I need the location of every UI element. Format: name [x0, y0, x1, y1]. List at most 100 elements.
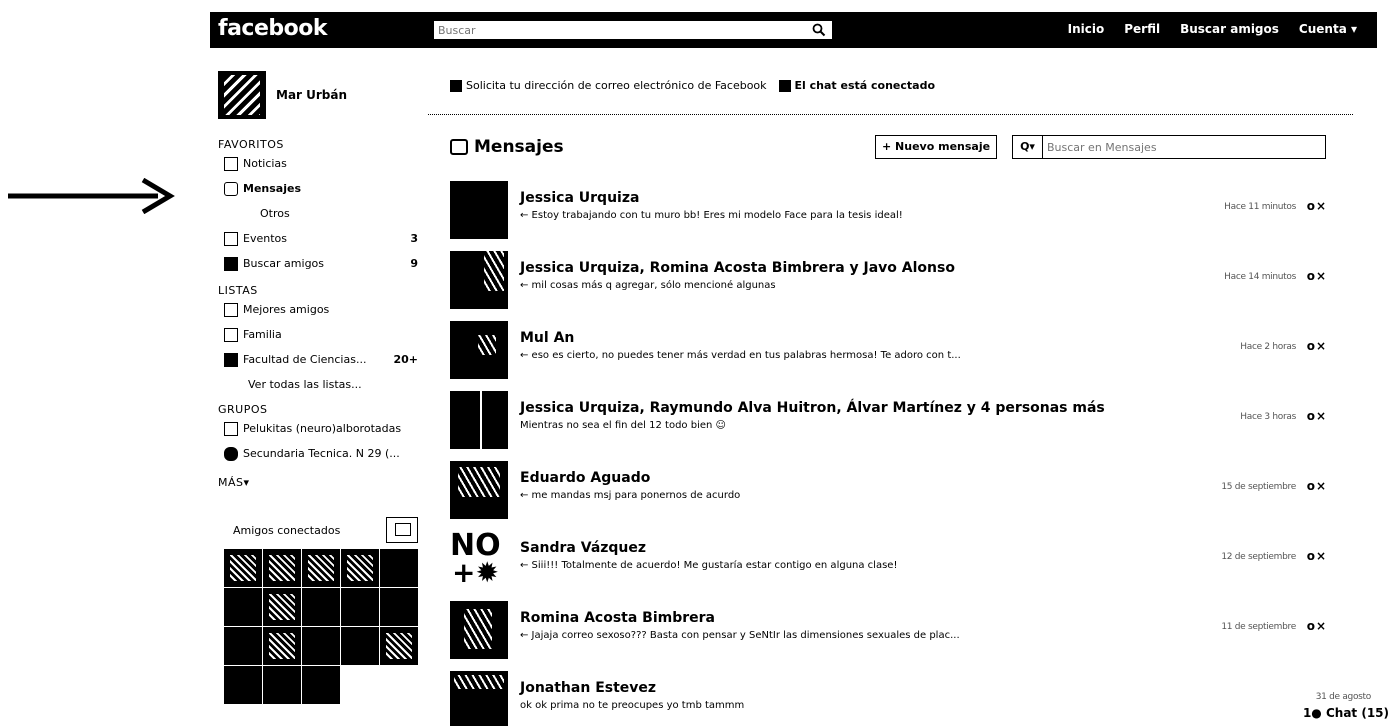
message-sender[interactable]: Sandra Vázquez	[520, 540, 646, 556]
friend-avatar[interactable]	[380, 588, 418, 626]
friend-avatar[interactable]	[224, 627, 262, 665]
list-item[interactable]: Mul An ← eso es cierto, no puedes tener …	[428, 319, 1351, 389]
profile-link[interactable]: Mar Urbán	[218, 70, 418, 120]
online-friends-title: Amigos conectados	[233, 523, 341, 537]
sidebar-item-label: Facultad de Ciencias...	[243, 353, 367, 366]
friend-avatar[interactable]	[263, 549, 301, 587]
avatar[interactable]	[218, 71, 266, 119]
chat-status[interactable]: El chat está conectado	[778, 79, 935, 92]
sidebar-item-mensajes[interactable]: Mensajes	[218, 176, 418, 201]
list-item[interactable]: NO +✹ Sandra Vázquez ← Siii!!! Totalmente…	[428, 529, 1351, 599]
mark-read-icon[interactable]: o	[1307, 269, 1315, 283]
avatar[interactable]	[450, 671, 508, 726]
avatar[interactable]	[450, 461, 508, 519]
sidebar-item-noticias[interactable]: Noticias	[218, 151, 418, 176]
avatar[interactable]	[450, 601, 508, 659]
list-item[interactable]: Romina Acosta Bimbrera ← Jajaja correo s…	[428, 599, 1351, 669]
sidebar-item-label: Pelukitas (neuro)alborotadas	[243, 422, 402, 435]
group-icon	[224, 421, 238, 436]
nav-perfil[interactable]: Perfil	[1124, 22, 1160, 36]
sidebar-item-group[interactable]: Secundaria Tecnica. N 29 (...	[218, 441, 418, 466]
friend-avatar[interactable]	[341, 549, 379, 587]
message-search-input[interactable]	[1043, 136, 1325, 158]
list-item[interactable]: Eduardo Aguado ← me mandas msj para pone…	[428, 459, 1351, 529]
facebook-logo[interactable]: facebook	[218, 16, 328, 41]
profile-name[interactable]: Mar Urbán	[276, 88, 347, 102]
friend-avatar[interactable]	[302, 588, 340, 626]
avatar[interactable]	[450, 251, 508, 309]
friend-avatar[interactable]	[224, 588, 262, 626]
see-all-lists-link[interactable]: Ver todas las listas...	[218, 372, 418, 397]
message-snippet: ← mil cosas más q agregar, sólo mencioné…	[520, 280, 776, 291]
close-icon[interactable]: ×	[1316, 409, 1326, 423]
friend-avatar[interactable]	[302, 627, 340, 665]
message-sender[interactable]: Eduardo Aguado	[520, 470, 650, 486]
close-icon[interactable]: ×	[1316, 549, 1326, 563]
sidebar-item-group[interactable]: Pelukitas (neuro)alborotadas	[218, 416, 418, 441]
search-icon[interactable]	[812, 23, 826, 37]
top-nav: Inicio Perfil Buscar amigos Cuenta ▾	[1068, 22, 1357, 36]
friend-avatar[interactable]	[302, 666, 340, 704]
message-sender[interactable]: Romina Acosta Bimbrera	[520, 610, 715, 626]
search-box[interactable]	[433, 20, 833, 40]
message-sender[interactable]: Jessica Urquiza	[520, 190, 639, 206]
sidebar-item-mejores-amigos[interactable]: Mejores amigos	[218, 297, 418, 322]
close-icon[interactable]: ×	[1316, 619, 1326, 633]
friend-avatar[interactable]	[263, 588, 301, 626]
mark-read-icon[interactable]: o	[1307, 409, 1315, 423]
friend-avatar[interactable]	[224, 549, 262, 587]
more-menu[interactable]: MÁS▾	[218, 476, 418, 489]
sidebar-item-label: Mensajes	[243, 182, 301, 195]
mark-read-icon[interactable]: o	[1307, 549, 1315, 563]
avatar[interactable]	[450, 321, 508, 379]
sidebar-item-facultad[interactable]: Facultad de Ciencias... 20+	[218, 347, 418, 372]
friend-avatar[interactable]	[302, 549, 340, 587]
friend-avatar[interactable]	[341, 627, 379, 665]
sidebar-item-eventos[interactable]: Eventos 3	[218, 226, 418, 251]
list-item[interactable]: Jessica Urquiza, Raymundo Alva Huitron, …	[428, 389, 1351, 459]
nav-inicio[interactable]: Inicio	[1068, 22, 1105, 36]
email-notice[interactable]: Solicita tu dirección de correo electrón…	[450, 79, 767, 92]
friend-avatar[interactable]	[263, 666, 301, 704]
group-icon	[224, 446, 238, 461]
message-sender[interactable]: Mul An	[520, 330, 574, 346]
friend-avatar[interactable]	[341, 588, 379, 626]
close-icon[interactable]: ×	[1316, 339, 1326, 353]
list-item[interactable]: Jessica Urquiza ← Estoy trabajando con t…	[428, 179, 1351, 249]
search-input[interactable]	[434, 21, 804, 39]
friend-avatar[interactable]	[224, 666, 262, 704]
search-options-button[interactable]: Q▾	[1013, 136, 1043, 158]
message-time: Hace 14 minutos	[1224, 272, 1296, 282]
sidebar-item-familia[interactable]: Familia	[218, 322, 418, 347]
mark-read-icon[interactable]: o	[1307, 619, 1315, 633]
mark-read-icon[interactable]: o	[1307, 199, 1315, 213]
arrow-right-icon	[8, 178, 175, 214]
message-sender[interactable]: Jessica Urquiza, Raymundo Alva Huitron, …	[520, 400, 1105, 416]
message-sender[interactable]: Jessica Urquiza, Romina Acosta Bimbrera …	[520, 260, 955, 276]
friend-avatar[interactable]	[263, 627, 301, 665]
mark-read-icon[interactable]: o	[1307, 339, 1315, 353]
close-icon[interactable]: ×	[1316, 199, 1326, 213]
new-message-button[interactable]: + Nuevo mensaje	[875, 135, 998, 159]
close-icon[interactable]: ×	[1316, 479, 1326, 493]
online-friends-grid	[224, 549, 418, 704]
list-item[interactable]: Jessica Urquiza, Romina Acosta Bimbrera …	[428, 249, 1351, 319]
chat-button[interactable]: 1● Chat (15)	[1303, 706, 1389, 720]
friend-avatar[interactable]	[380, 627, 418, 665]
avatar[interactable]	[450, 391, 508, 449]
nav-buscar-amigos[interactable]: Buscar amigos	[1180, 22, 1279, 36]
sidebar-item-otros[interactable]: Otros	[218, 201, 418, 226]
sidebar-item-buscar-amigos[interactable]: Buscar amigos 9	[218, 251, 418, 276]
avatar[interactable]: NO +✹	[450, 531, 508, 589]
mark-read-icon[interactable]: o	[1307, 479, 1315, 493]
message-time: 31 de agosto	[1315, 692, 1372, 702]
list-item[interactable]: Jonathan Estevez ok ok prima no te preoc…	[428, 669, 1371, 726]
friend-avatar[interactable]	[380, 549, 418, 587]
avatar[interactable]	[450, 181, 508, 239]
close-icon[interactable]: ×	[1316, 269, 1326, 283]
message-search: Q▾	[1012, 135, 1326, 159]
message-sender[interactable]: Jonathan Estevez	[520, 680, 656, 696]
nav-cuenta[interactable]: Cuenta ▾	[1299, 22, 1357, 36]
notice-bar: Solicita tu dirección de correo electrón…	[428, 70, 1351, 100]
popout-icon[interactable]	[386, 517, 418, 543]
